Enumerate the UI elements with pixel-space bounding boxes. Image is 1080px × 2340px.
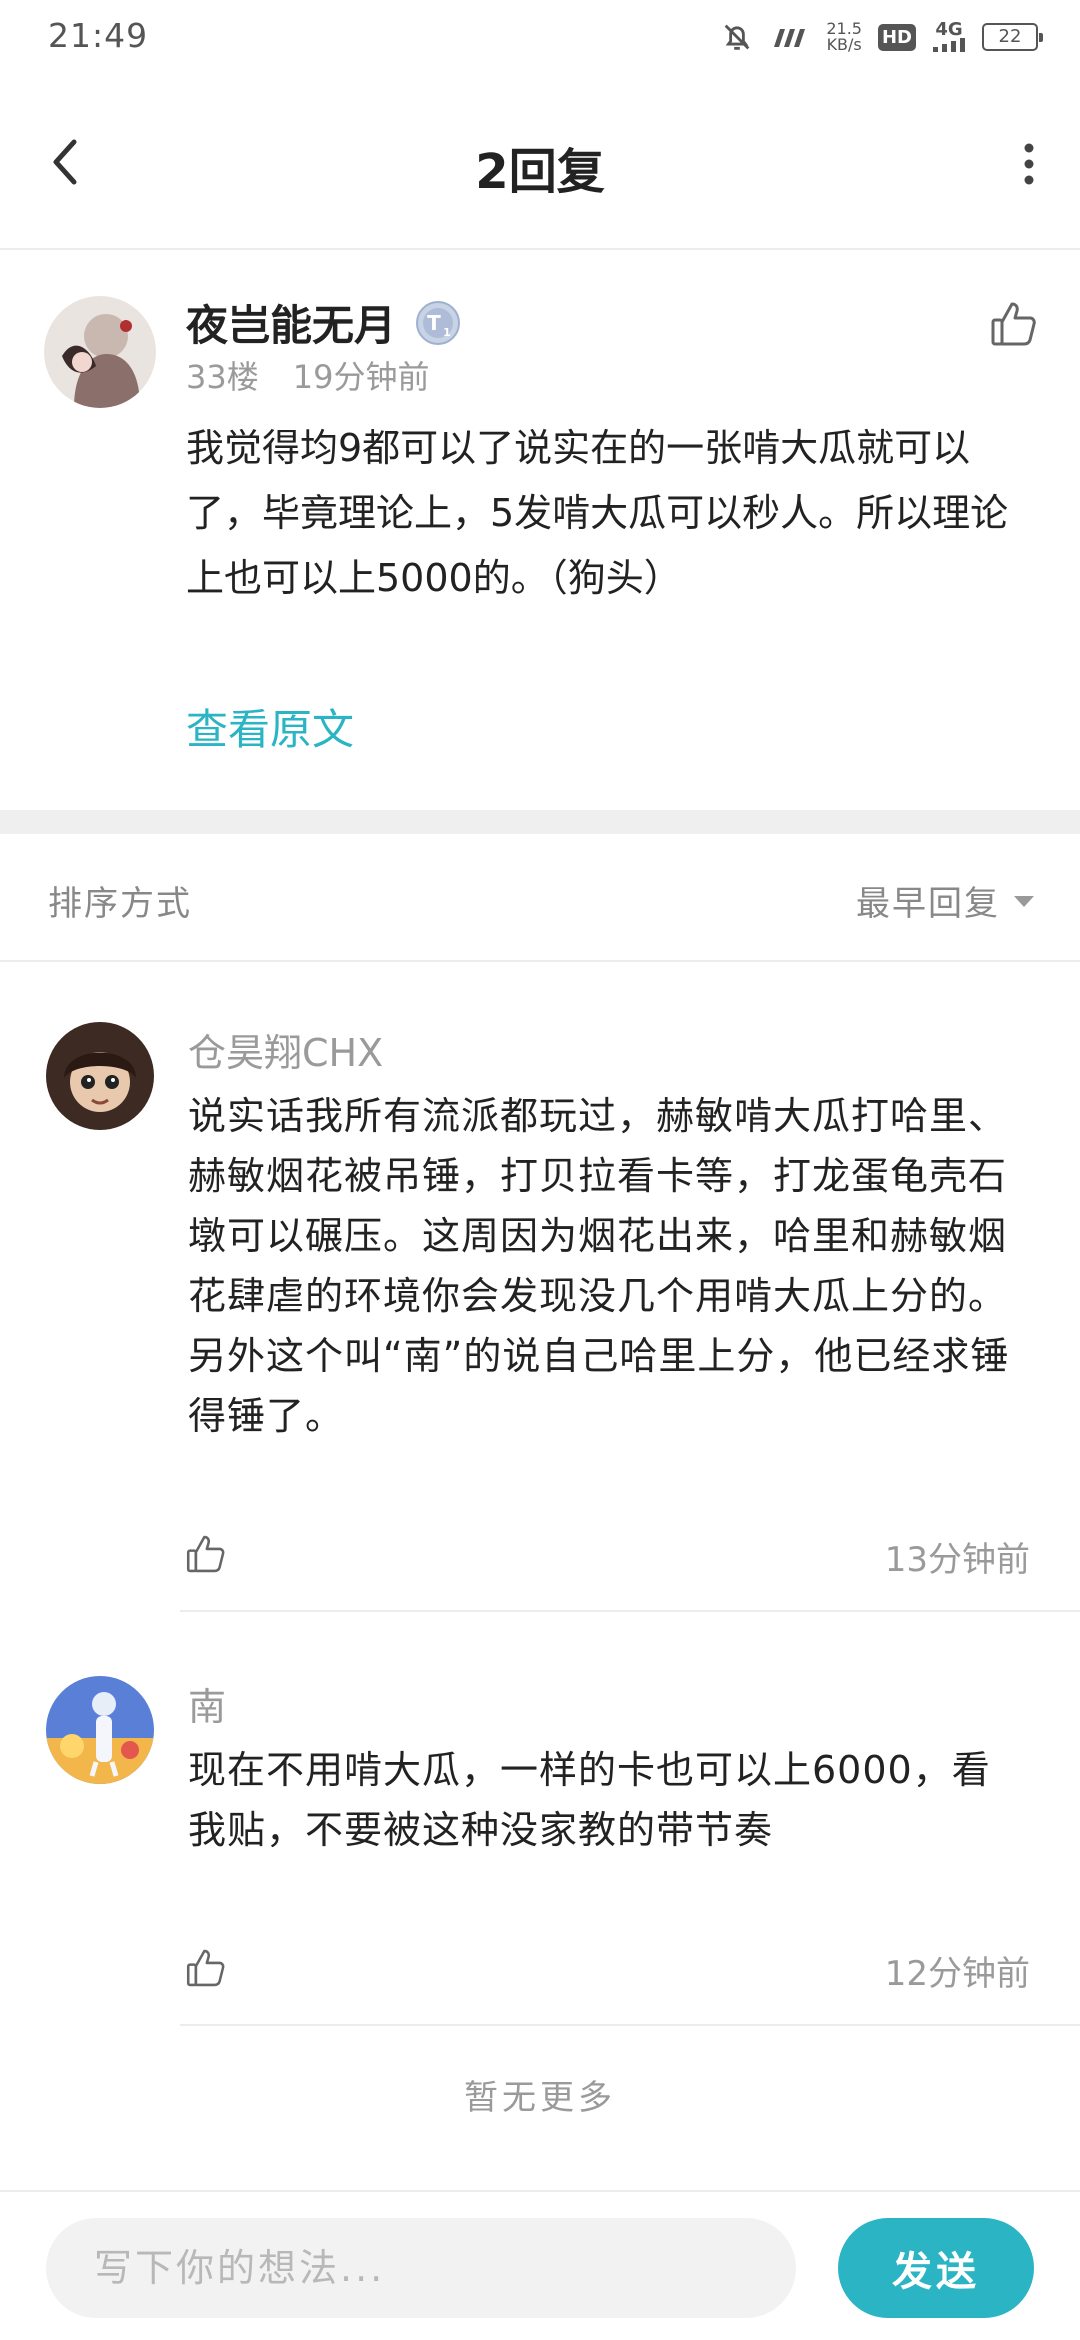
avatar[interactable]	[46, 1022, 154, 1130]
post-time: 19分钟前	[292, 358, 430, 396]
comment-composer: 发送	[0, 2190, 1080, 2340]
send-button[interactable]: 发送	[838, 2218, 1034, 2318]
page-title: 2回复	[475, 144, 605, 200]
network-speed: 21.5 KB/s	[826, 19, 862, 54]
level-badge-icon: T 1	[416, 300, 461, 345]
thumbs-up-icon[interactable]	[988, 298, 1040, 350]
floor-number: 33楼	[186, 358, 259, 396]
thumbs-up-icon[interactable]	[184, 1532, 228, 1576]
avatar[interactable]	[44, 296, 156, 408]
reply-item: 南 现在不用啃大瓜，一样的卡也可以上6000，看我贴，不要被这种没家教的带节奏 …	[0, 1676, 1080, 2026]
reply-time: 12分钟前	[884, 1954, 1030, 1994]
status-time: 21:49	[48, 16, 149, 55]
comment-input[interactable]	[46, 2218, 796, 2318]
reply-content: 说实话我所有流派都玩过，赫敏啃大瓜打哈里、赫敏烟花被吊锤，打贝拉看卡等，打龙蛋龟…	[188, 1094, 1010, 1438]
status-bar: 21:49 21.5 KB/s HD 4G 22	[0, 0, 1080, 80]
hd-icon: HD	[877, 23, 916, 51]
original-post: 夜岂能无月 T 1 33楼 19分钟前 我觉得均9都可以了说实在的一张啃大瓜就可以…	[0, 252, 1080, 810]
svg-text:T: T	[427, 311, 441, 335]
sort-dropdown[interactable]: 最早回复	[856, 876, 1036, 925]
post-meta: 33楼 19分钟前	[186, 352, 429, 398]
4g-icon: 4G	[932, 21, 966, 52]
sort-bar: 排序方式 最早回复	[0, 834, 1080, 962]
sort-label: 排序方式	[48, 884, 192, 924]
bell-off-icon	[725, 24, 750, 50]
caret-down-icon[interactable]	[1012, 894, 1036, 908]
reply-content: 现在不用啃大瓜，一样的卡也可以上6000，看我贴，不要被这种没家教的带节奏	[188, 1748, 991, 1852]
post-content: 我觉得均9都可以了说实在的一张啃大瓜就可以了，毕竟理论上，5发啃大瓜可以秒人。所…	[186, 426, 1009, 600]
signal-icon	[774, 29, 806, 47]
avatar[interactable]	[46, 1676, 154, 1784]
reply-divider	[180, 2024, 1080, 2026]
end-of-list-text: 暂无更多	[464, 2078, 616, 2118]
reply-divider	[180, 1610, 1080, 1612]
svg-text:1: 1	[443, 326, 451, 339]
author-name[interactable]: 夜岂能无月	[186, 292, 396, 353]
view-original-link[interactable]: 查看原文	[186, 696, 354, 757]
reply-author[interactable]: 仓昊翔CHX	[188, 1022, 383, 1077]
reply-author[interactable]: 南	[188, 1676, 226, 1731]
section-divider	[0, 810, 1080, 834]
battery-icon: 22	[982, 23, 1043, 51]
more-vertical-icon[interactable]	[1014, 134, 1044, 194]
reply-time: 13分钟前	[884, 1540, 1030, 1580]
reply-item: 仓昊翔CHX 说实话我所有流派都玩过，赫敏啃大瓜打哈里、赫敏烟花被吊锤，打贝拉看…	[0, 1022, 1080, 1612]
status-icons: 21.5 KB/s HD 4G 22	[720, 19, 1043, 54]
author-row: 夜岂能无月 T 1	[186, 292, 462, 353]
thumbs-up-icon[interactable]	[184, 1946, 228, 1990]
top-app-bar: 2回复	[0, 80, 1080, 250]
sort-selected-value[interactable]: 最早回复	[856, 876, 1000, 925]
